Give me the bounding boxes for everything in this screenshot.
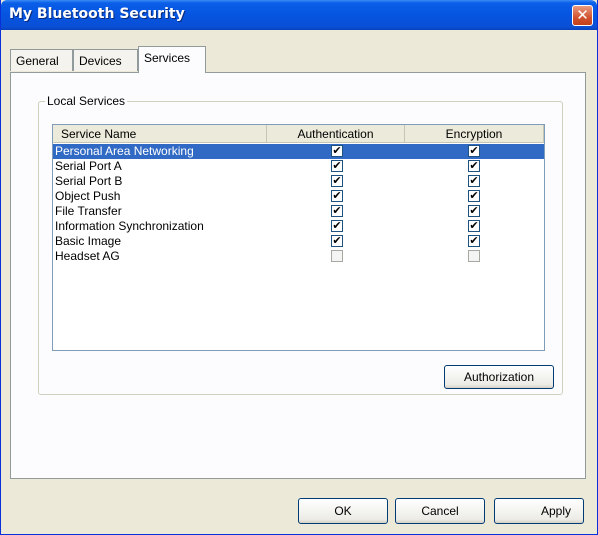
tab-services[interactable]: Services	[138, 46, 206, 73]
encryption-checkbox[interactable]	[468, 250, 480, 262]
service-name: Basic Image	[55, 234, 122, 248]
authentication-checkbox[interactable]: ✔	[331, 160, 343, 172]
services-list[interactable]: Service Name Authentication Encryption P…	[52, 124, 545, 351]
authentication-checkbox[interactable]: ✔	[331, 145, 343, 157]
authentication-checkbox[interactable]: ✔	[331, 220, 343, 232]
close-button[interactable]: ✕	[572, 5, 593, 26]
authentication-checkbox[interactable]: ✔	[331, 175, 343, 187]
service-row-object-push[interactable]: Object Push ✔ ✔	[53, 189, 544, 204]
dialog-window: My Bluetooth Security ✕ General Devices …	[0, 0, 598, 535]
authentication-checkbox[interactable]	[331, 250, 343, 262]
service-row-personal-area-networking[interactable]: Personal Area Networking ✔ ✔	[53, 144, 544, 159]
service-row-basic-image[interactable]: Basic Image ✔ ✔	[53, 234, 544, 249]
service-name: Headset AG	[55, 249, 120, 263]
service-name: Personal Area Networking	[55, 144, 194, 158]
column-header-authentication[interactable]: Authentication	[267, 125, 405, 143]
encryption-checkbox[interactable]: ✔	[468, 175, 480, 187]
service-row-file-transfer[interactable]: File Transfer ✔ ✔	[53, 204, 544, 219]
encryption-checkbox[interactable]: ✔	[468, 220, 480, 232]
service-row-information-synchronization[interactable]: Information Synchronization ✔ ✔	[53, 219, 544, 234]
column-header-service-name[interactable]: Service Name	[53, 125, 267, 143]
apply-button[interactable]: Apply	[494, 498, 584, 524]
services-tab-panel: Local Services Service Name Authenticati…	[10, 72, 586, 479]
service-name: Object Push	[55, 189, 121, 203]
title-bar[interactable]: My Bluetooth Security ✕	[1, 0, 597, 30]
close-icon: ✕	[576, 6, 589, 24]
authentication-checkbox[interactable]: ✔	[331, 190, 343, 202]
encryption-checkbox[interactable]: ✔	[468, 190, 480, 202]
service-row-headset-ag[interactable]: Headset AG	[53, 249, 544, 264]
ok-button[interactable]: OK	[298, 498, 388, 524]
encryption-checkbox[interactable]: ✔	[468, 145, 480, 157]
column-header-encryption[interactable]: Encryption	[405, 125, 544, 143]
authentication-checkbox[interactable]: ✔	[331, 235, 343, 247]
tab-general[interactable]: General	[10, 49, 73, 71]
authentication-checkbox[interactable]: ✔	[331, 205, 343, 217]
encryption-checkbox[interactable]: ✔	[468, 205, 480, 217]
service-name: Serial Port B	[55, 174, 123, 188]
cancel-button[interactable]: Cancel	[395, 498, 485, 524]
service-row-serial-port-b[interactable]: Serial Port B ✔ ✔	[53, 174, 544, 189]
service-row-serial-port-a[interactable]: Serial Port A ✔ ✔	[53, 159, 544, 174]
service-name: Serial Port A	[55, 159, 122, 173]
service-name: Information Synchronization	[55, 219, 204, 233]
service-name: File Transfer	[55, 204, 122, 218]
authorization-button[interactable]: Authorization	[444, 365, 554, 389]
encryption-checkbox[interactable]: ✔	[468, 160, 480, 172]
local-services-label: Local Services	[45, 94, 128, 108]
window-title: My Bluetooth Security	[9, 6, 185, 22]
local-services-group: Local Services Service Name Authenticati…	[38, 94, 563, 395]
tab-devices[interactable]: Devices	[73, 49, 138, 71]
encryption-checkbox[interactable]: ✔	[468, 235, 480, 247]
